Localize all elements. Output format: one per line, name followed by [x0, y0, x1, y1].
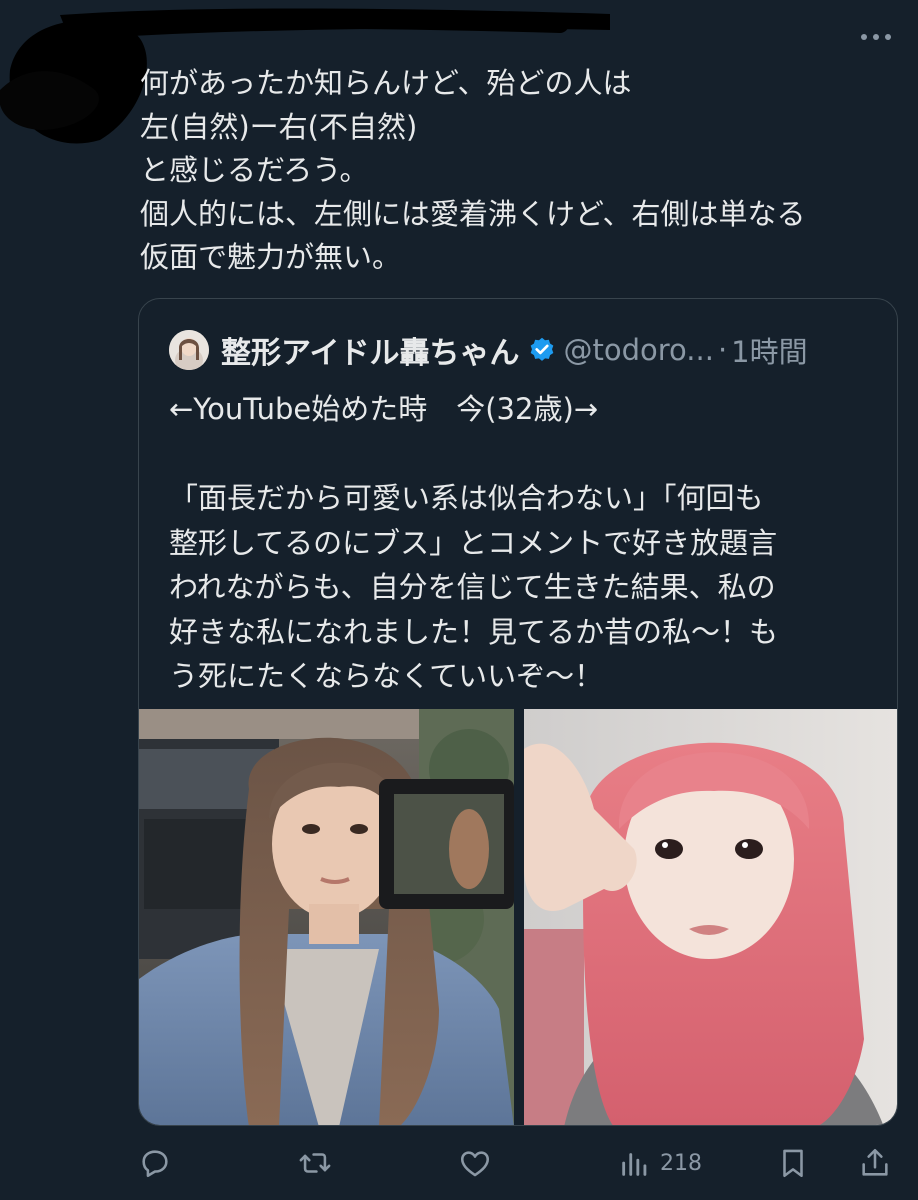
quoted-tweet-text: ←YouTube始めた時 今(32歳)→ 「面長だから可愛い系は似合わない」「何… — [169, 392, 779, 693]
photo-left-before[interactable] — [139, 709, 514, 1125]
like-button[interactable] — [458, 1143, 492, 1183]
quoted-tweet-media — [139, 709, 897, 1125]
time-separator: · — [717, 333, 728, 367]
retweet-icon — [299, 1153, 331, 1173]
more-options-icon[interactable] — [856, 22, 896, 52]
quoted-tweet-time[interactable]: 1時間 — [731, 329, 807, 371]
share-icon — [862, 1148, 888, 1176]
verified-badge-icon — [530, 337, 553, 361]
reply-button[interactable] — [138, 1143, 172, 1183]
share-button[interactable] — [858, 1143, 892, 1183]
views-count: 218 — [660, 1150, 702, 1176]
reply-icon — [142, 1150, 168, 1178]
bookmark-icon — [783, 1149, 803, 1178]
photo-right-after[interactable] — [524, 709, 897, 1125]
retweet-button[interactable] — [298, 1143, 332, 1183]
tweet-body-text: 何があったか知らんけど、殆どの人は 左(自然)ー右(不自然) と感じるだろう。 … — [140, 66, 806, 274]
quoted-author-handle[interactable]: @todoro... — [564, 333, 714, 367]
quoted-author-name[interactable]: 整形アイドル轟ちゃん — [221, 328, 520, 372]
bookmark-button[interactable] — [776, 1143, 810, 1183]
tweet-action-bar: 218 — [136, 1143, 896, 1183]
quoted-author-avatar[interactable] — [169, 330, 209, 370]
quoted-tweet-header: 整形アイドル轟ちゃん @todoro... · 1時間 — [169, 329, 869, 371]
like-icon — [460, 1151, 490, 1177]
views-icon — [622, 1153, 647, 1176]
tweet-view: 何があったか知らんけど、殆どの人は 左(自然)ー右(不自然) と感じるだろう。 … — [0, 0, 918, 1200]
views-button[interactable]: 218 — [618, 1143, 702, 1183]
quoted-tweet-card[interactable]: 整形アイドル轟ちゃん @todoro... · 1時間 ←YouTube始めた時… — [138, 298, 898, 1126]
